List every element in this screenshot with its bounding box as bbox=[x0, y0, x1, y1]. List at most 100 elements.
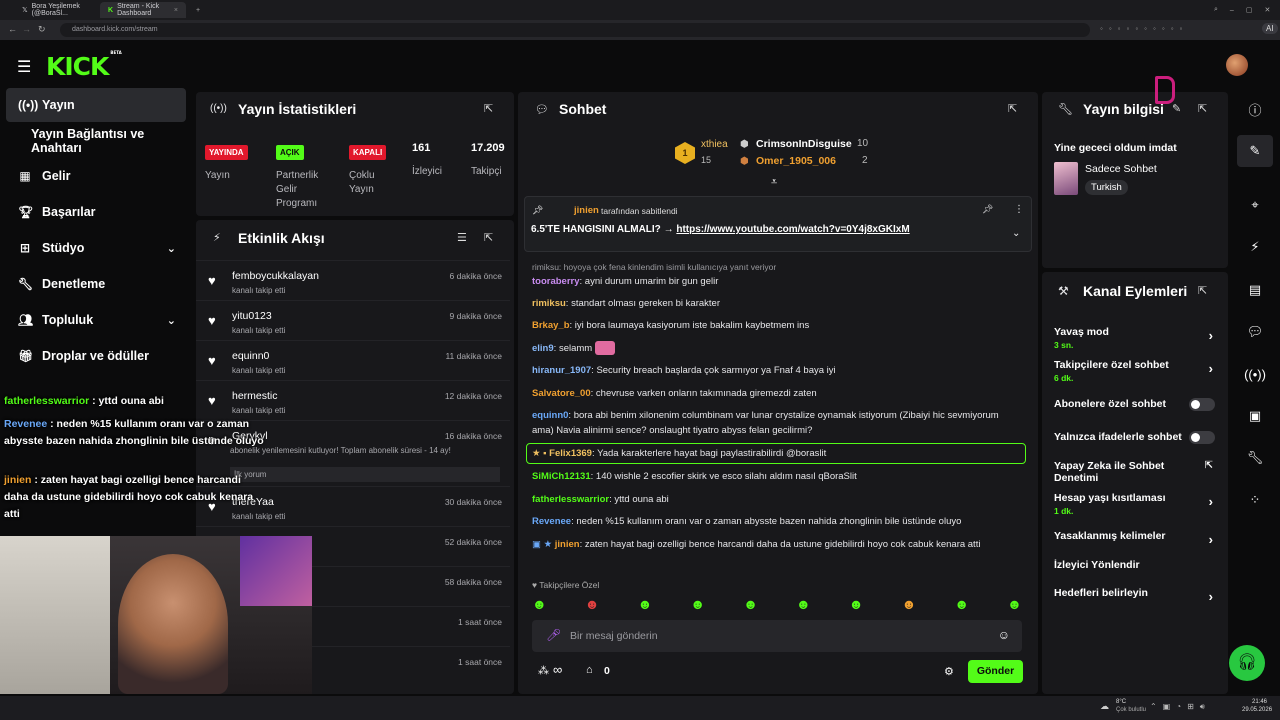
emote-icon[interactable]: ☻ bbox=[532, 596, 547, 612]
back-icon[interactable]: ← bbox=[8, 24, 17, 34]
close-window-icon[interactable]: ✕ bbox=[1264, 6, 1270, 14]
apps-icon[interactable]: ⁘ bbox=[1237, 484, 1273, 516]
activity-item[interactable]: ♥ yitu0123 kanalı takip etti 9 dakika önce bbox=[196, 300, 510, 340]
close-tab-icon[interactable]: × bbox=[174, 7, 178, 14]
microphone-icon[interactable]: 🎤︎ bbox=[546, 628, 561, 642]
chat-username[interactable]: rimiksu bbox=[532, 298, 566, 309]
chat-username[interactable]: jinien bbox=[555, 539, 580, 550]
filter-icon[interactable]: ☰ bbox=[457, 231, 467, 244]
chat-input[interactable]: 🎤︎ Bir mesaj gönderin ☺ bbox=[532, 620, 1022, 652]
popout-icon[interactable]: ⇱ bbox=[1198, 102, 1207, 115]
nav-topluluk[interactable]: 👥︎ Topluluk ⌄ bbox=[6, 303, 186, 337]
channel-action-item[interactable]: Yalnızca ifadelerle sohbet bbox=[1054, 431, 1219, 444]
chat-message[interactable]: Brkay_b: iyi bora laumaya kasiyorum iste… bbox=[532, 318, 1020, 333]
user-avatar[interactable] bbox=[1226, 54, 1248, 76]
window-controls[interactable]: ⌕ – ▢ ✕ bbox=[1206, 2, 1278, 18]
category-thumbnail[interactable] bbox=[1054, 162, 1078, 195]
channel-action-item[interactable]: Hedefleri belirleyin › bbox=[1054, 587, 1219, 604]
wrench-icon[interactable]: 🔧︎ bbox=[1237, 442, 1273, 474]
browser-tab-active[interactable]: K Stream - Kick Dashboard × bbox=[100, 2, 186, 18]
menu-icon[interactable]: ☰ bbox=[17, 57, 31, 77]
emote-icon[interactable]: ☻ bbox=[902, 596, 917, 612]
chat-username[interactable]: fatherlesswarrior bbox=[532, 494, 609, 505]
chat-username[interactable]: equinn0 bbox=[532, 410, 568, 421]
emote-icon[interactable]: ☻ bbox=[638, 596, 653, 612]
pinned-link[interactable]: https://www.youtube.com/watch?v=0Y4j8xGK… bbox=[676, 224, 909, 235]
emote-icon[interactable]: ☻ bbox=[690, 596, 705, 612]
nav-basarilar[interactable]: 🏆︎ Başarılar bbox=[6, 195, 186, 229]
popout-icon[interactable]: ⇱ bbox=[1198, 284, 1207, 297]
chat-username[interactable]: hiranur_1907 bbox=[532, 365, 591, 376]
popout-icon[interactable]: ⇱ bbox=[484, 102, 493, 115]
filter-chevron-icon[interactable]: ⩡ bbox=[771, 176, 777, 189]
broadcast-icon[interactable]: ((•)) bbox=[1237, 358, 1273, 390]
channel-action-item[interactable]: Hesap yaşı kısıtlaması 1 dk. › bbox=[1054, 492, 1219, 516]
lightning-icon[interactable]: ⚡︎ bbox=[1237, 231, 1273, 263]
chevron-down-icon[interactable]: ⌄ bbox=[1012, 228, 1020, 239]
nav-stream-key[interactable]: Yayın Bağlantısı ve Anahtarı bbox=[6, 124, 186, 158]
more-options-icon[interactable]: ⋮ bbox=[1014, 204, 1024, 215]
settings-gear-icon[interactable]: ⚙ bbox=[944, 665, 954, 678]
nav-gelir[interactable]: ▦ Gelir bbox=[6, 159, 186, 193]
document-icon[interactable]: ▤ bbox=[1237, 274, 1273, 306]
nav-denetleme[interactable]: 🔧︎ Denetleme bbox=[6, 267, 186, 301]
unpin-icon[interactable]: 📌︎ bbox=[982, 204, 993, 215]
ai-button[interactable]: AI bbox=[1262, 23, 1278, 34]
chat-username[interactable]: Salvatore_00 bbox=[532, 388, 591, 399]
chat-username[interactable]: elin9 bbox=[532, 343, 554, 354]
chat-message[interactable]: equinn0: bora abi benim xilonenim columb… bbox=[532, 408, 1020, 438]
popout-icon[interactable]: ⇱ bbox=[1008, 102, 1017, 115]
info-icon[interactable]: ⓘ bbox=[1237, 93, 1273, 125]
layout-icon[interactable]: ▣ bbox=[1237, 400, 1273, 432]
nav-droplar[interactable]: 🎁︎ Droplar ve ödüller bbox=[6, 339, 186, 373]
chat-username[interactable]: tooraberry bbox=[532, 276, 580, 287]
url-field[interactable]: dashboard.kick.com/stream bbox=[60, 23, 1090, 37]
toggle-switch[interactable] bbox=[1189, 431, 1215, 444]
forward-icon[interactable]: → bbox=[22, 24, 31, 34]
reload-icon[interactable]: ↻ bbox=[38, 24, 46, 35]
channel-action-item[interactable]: İzleyici Yönlendir bbox=[1054, 559, 1219, 571]
tray-icons[interactable]: ⌃▣◔⊞🔊︎ bbox=[1150, 702, 1211, 712]
activity-item[interactable]: ♥ femboycukkalayan kanalı takip etti 6 daki… bbox=[196, 260, 510, 300]
chat-message[interactable]: Salvatore_00: chevruse varken onların ta… bbox=[532, 386, 1020, 401]
target-icon[interactable]: ⌖ bbox=[1237, 189, 1273, 221]
edit-icon[interactable]: ✎ bbox=[1237, 135, 1273, 167]
kick-logo[interactable]: KICK BETA bbox=[46, 50, 122, 81]
chat-message[interactable]: ▣ ★ jinien: zaten hayat bagi ozelligi be… bbox=[532, 537, 1020, 552]
channel-action-item[interactable]: Yapay Zeka ile Sohbet Denetimi ⇱ bbox=[1054, 460, 1219, 484]
chat-message[interactable]: rimiksu: standart olması gereken bi kara… bbox=[532, 296, 1020, 311]
channel-action-item[interactable]: Yavaş mod 3 sn. › bbox=[1054, 326, 1219, 350]
store-icon[interactable]: ⌂ bbox=[586, 664, 593, 676]
chat-message[interactable]: fatherlesswarrior: yttd ouna abi bbox=[532, 492, 1020, 507]
send-button[interactable]: Gönder bbox=[968, 660, 1023, 683]
edit-icon[interactable]: ✎ bbox=[1172, 102, 1181, 115]
chat-message[interactable]: hiranur_1907: Security breach başlarda ç… bbox=[532, 363, 1020, 378]
support-headset-icon[interactable]: 🎧︎ bbox=[1229, 645, 1265, 681]
channel-action-item[interactable]: Abonelere özel sohbet bbox=[1054, 398, 1219, 411]
nav-studyo[interactable]: ⊞ Stüdyo ⌄ bbox=[6, 231, 186, 265]
chat-icon[interactable]: 💬︎ bbox=[1237, 316, 1273, 348]
emote-icon[interactable]: ☻ bbox=[849, 596, 864, 612]
reply-reference[interactable]: rimiksu: hoyoya çok fena kinlendim isiml… bbox=[532, 262, 776, 272]
emote-icon[interactable]: ☻ bbox=[796, 596, 811, 612]
chat-message[interactable]: SiMiCh12131: 140 wishle 2 escofier skirk… bbox=[532, 469, 1020, 484]
emote-icon[interactable]: ☻ bbox=[954, 596, 969, 612]
channel-action-item[interactable]: Takipçilere özel sohbet 6 dk. › bbox=[1054, 359, 1219, 383]
emote-icon[interactable]: ☻ bbox=[743, 596, 758, 612]
maximize-icon[interactable]: ▢ bbox=[1246, 6, 1253, 14]
chat-username[interactable]: SiMiCh12131 bbox=[532, 471, 591, 482]
emoji-icon[interactable]: ☺ bbox=[998, 628, 1010, 642]
popout-icon[interactable]: ⇱ bbox=[484, 231, 493, 244]
search-icon[interactable]: ⌕ bbox=[1214, 6, 1218, 14]
chat-message[interactable]: Revenee: neden %15 kullanım oranı var o … bbox=[532, 514, 1020, 529]
minimize-icon[interactable]: – bbox=[1230, 7, 1234, 14]
pinned-by-user[interactable]: jinien bbox=[574, 205, 599, 216]
browser-tab[interactable]: 𝕏 Bora Yeşilemek (@BoraSl... bbox=[14, 2, 100, 18]
new-tab-button[interactable]: + bbox=[188, 2, 208, 18]
chat-username[interactable]: Revenee bbox=[532, 516, 571, 527]
weather-icon[interactable]: ☁ bbox=[1100, 701, 1109, 712]
activity-item[interactable]: ♥ equinn0 kanalı takip etti 11 dakika önce bbox=[196, 340, 510, 380]
nav-yayin[interactable]: ((•)) Yayın bbox=[6, 88, 186, 122]
chat-message[interactable]: elin9: selamm bbox=[532, 341, 1020, 356]
activity-item[interactable]: ♥ hermestic kanalı takip etti 12 dakika önc… bbox=[196, 380, 510, 420]
